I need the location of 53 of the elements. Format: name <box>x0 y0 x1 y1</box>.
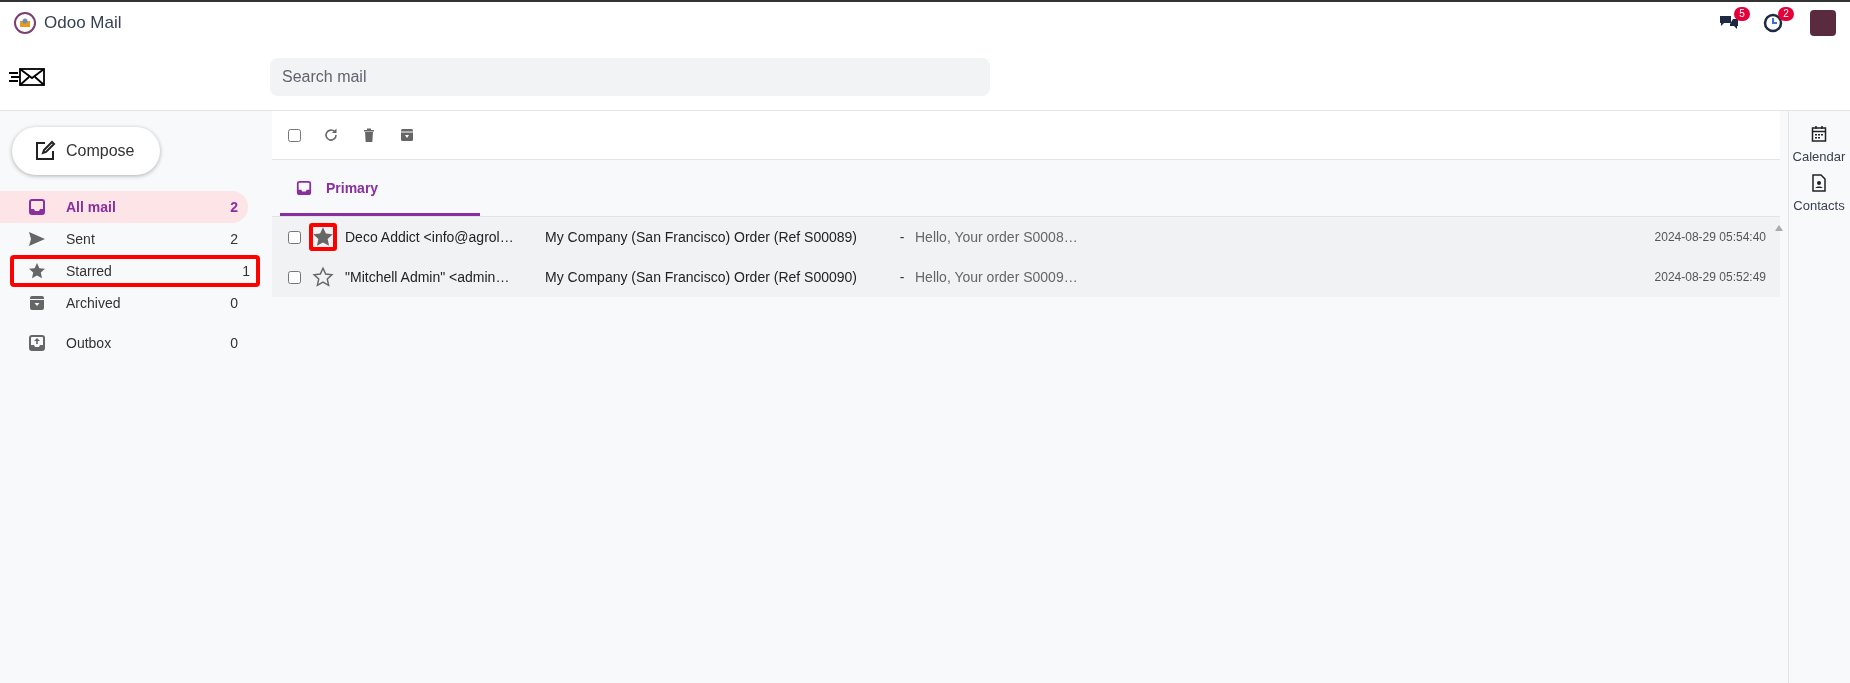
count-badge: 2 <box>1778 7 1794 21</box>
folder-count: 2 <box>230 199 238 215</box>
row-checkbox[interactable] <box>288 230 301 244</box>
folder-count: 0 <box>230 335 238 351</box>
message-subject: My Company (San Francisco) Order (Ref S00090) <box>545 269 858 285</box>
folder-item[interactable]: Archived 0 <box>0 287 248 319</box>
select-all-checkbox[interactable] <box>288 128 301 142</box>
logo-icon <box>14 12 36 34</box>
folder-count: 1 <box>242 263 250 279</box>
message-sep: - <box>898 269 906 285</box>
clock-icon[interactable] <box>1762 12 1784 34</box>
message-row[interactable]: "Mitchell Admin" <admin… My Company (San Francisco) Order (Ref S00090) - Hello, Your order S0009… 2024-08-29 05:52:49 <box>272 257 1780 297</box>
star-icon <box>28 262 46 280</box>
folder-label: Outbox <box>66 335 113 351</box>
compose-button[interactable]: Compose <box>12 127 161 175</box>
archive-icon <box>28 294 46 312</box>
archive-icon[interactable] <box>399 127 415 143</box>
message-date: 2024-08-29 05:52:49 <box>1654 270 1766 284</box>
send-icon <box>28 230 46 248</box>
count-badge: 5 <box>1734 7 1750 21</box>
outbox-icon <box>28 334 46 352</box>
envelope-icon <box>8 66 46 88</box>
search-field[interactable]: Search mail <box>270 58 990 96</box>
star-icon[interactable] <box>309 223 337 251</box>
row-checkbox[interactable] <box>288 270 301 284</box>
app-title: Odoo Mail <box>44 13 122 33</box>
message-sender: Deco Addict <info@agrol… <box>345 229 515 245</box>
inbox-icon <box>28 198 46 216</box>
message-preview: Hello, Your order S0008… <box>915 229 1079 245</box>
folder-item[interactable]: Starred 1 <box>10 255 260 287</box>
message-row[interactable]: Deco Addict <info@agrol… My Company (San Francisco) Order (Ref S00089) - Hello, Your order S0008… 2024-08-29 05:54:40 <box>272 217 1780 257</box>
message-date: 2024-08-29 05:54:40 <box>1654 230 1766 244</box>
folder-label: Archived <box>66 295 122 311</box>
calendar-icon <box>1811 125 1827 143</box>
message-subject: My Company (San Francisco) Order (Ref S00089) <box>545 229 858 245</box>
edit-icon <box>34 140 56 162</box>
folder-item[interactable]: Outbox 0 <box>0 327 248 359</box>
folder-label: Sent <box>66 231 96 247</box>
message-sep: - <box>898 229 906 245</box>
refresh-icon[interactable] <box>323 127 339 143</box>
folder-label: Starred <box>66 263 113 279</box>
trash-icon[interactable] <box>361 127 377 143</box>
folder-item[interactable]: All mail 2 <box>0 191 248 223</box>
folder-item[interactable]: Sent 2 <box>0 223 248 255</box>
folder-label: All mail <box>66 199 117 215</box>
folder-count: 2 <box>230 231 238 247</box>
message-preview: Hello, Your order S0009… <box>915 269 1079 285</box>
inbox-icon <box>296 179 312 196</box>
message-sender: "Mitchell Admin" <admin… <box>345 269 511 285</box>
contacts-button[interactable]: Contacts <box>1789 174 1849 213</box>
calendar-button[interactable]: Calendar <box>1789 125 1849 164</box>
folder-count: 0 <box>230 295 238 311</box>
contact-card-icon <box>1811 174 1827 192</box>
